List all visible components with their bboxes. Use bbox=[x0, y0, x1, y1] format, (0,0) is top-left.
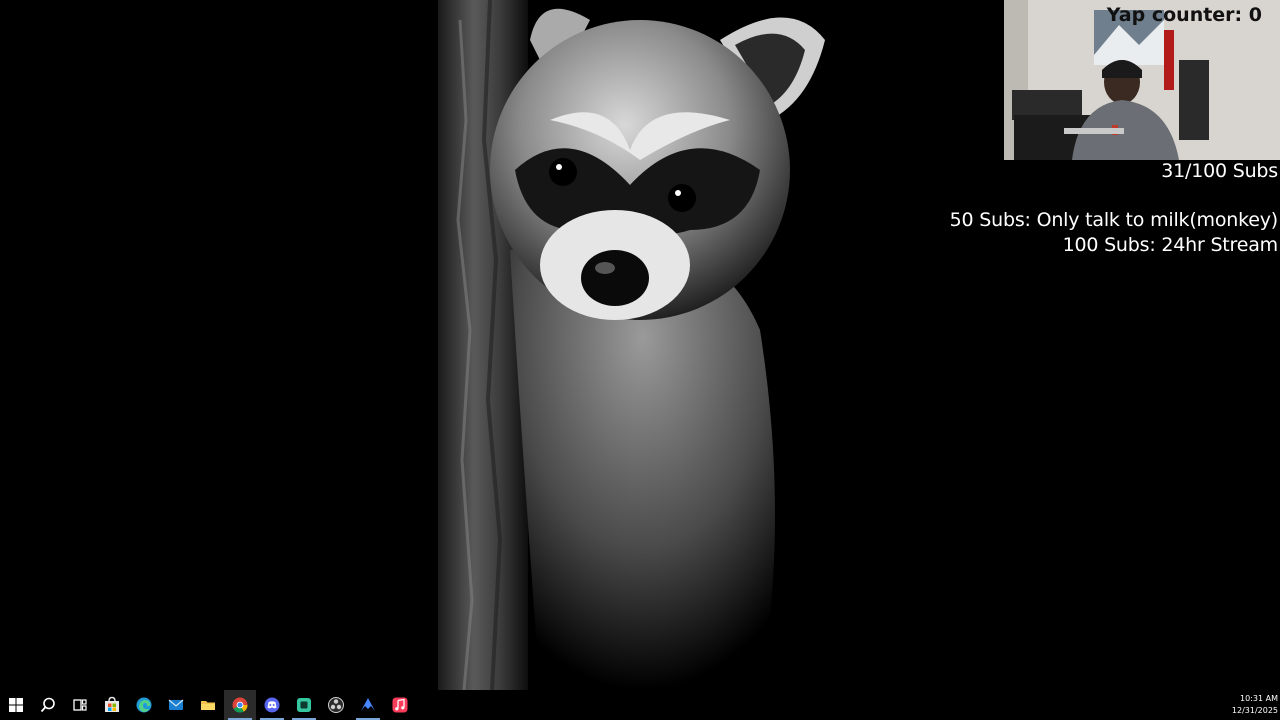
mail-icon bbox=[168, 699, 184, 710]
desktop: Yap counter: 0 31/100 Subs 50 Subs: Only… bbox=[0, 0, 1280, 720]
nordvpn-button[interactable] bbox=[352, 690, 384, 720]
chrome-button[interactable] bbox=[224, 690, 256, 720]
clock-date: 12/31/2025 bbox=[1231, 706, 1278, 715]
mail-button[interactable] bbox=[160, 690, 192, 720]
start-button[interactable] bbox=[0, 690, 32, 720]
taskbar bbox=[0, 690, 1280, 720]
search-button[interactable] bbox=[32, 690, 64, 720]
music-icon bbox=[392, 697, 408, 713]
subs-count: 31/100 Subs bbox=[1161, 160, 1278, 182]
folder-icon bbox=[201, 701, 215, 710]
goal-50-subs: 50 Subs: Only talk to milk(monkey) bbox=[949, 209, 1279, 231]
discord-icon bbox=[264, 697, 280, 713]
app-icon bbox=[297, 698, 311, 712]
obs-icon bbox=[328, 697, 344, 713]
itunes-button[interactable] bbox=[384, 690, 416, 720]
clock-time: 10:31 AM bbox=[1240, 694, 1278, 703]
chrome-icon bbox=[232, 697, 248, 713]
search-icon bbox=[40, 697, 55, 713]
edge-button[interactable] bbox=[128, 690, 160, 720]
obs-button[interactable] bbox=[320, 690, 352, 720]
edge-icon bbox=[136, 697, 152, 713]
discord-button[interactable] bbox=[256, 690, 288, 720]
goal-100-subs: 100 Subs: 24hr Stream bbox=[1062, 234, 1279, 256]
task-view-icon bbox=[73, 699, 87, 711]
task-view-button[interactable] bbox=[64, 690, 96, 720]
windows-logo-icon bbox=[9, 698, 23, 712]
raccoon-wallpaper bbox=[438, 0, 825, 690]
yap-counter: Yap counter: 0 bbox=[1106, 4, 1262, 26]
microsoft-store-button[interactable] bbox=[96, 690, 128, 720]
green-app-button[interactable] bbox=[288, 690, 320, 720]
system-clock[interactable]: 10:31 AM 12/31/2025 bbox=[1218, 693, 1278, 717]
file-explorer-button[interactable] bbox=[192, 690, 224, 720]
store-icon bbox=[105, 696, 119, 712]
vpn-icon bbox=[361, 698, 375, 711]
